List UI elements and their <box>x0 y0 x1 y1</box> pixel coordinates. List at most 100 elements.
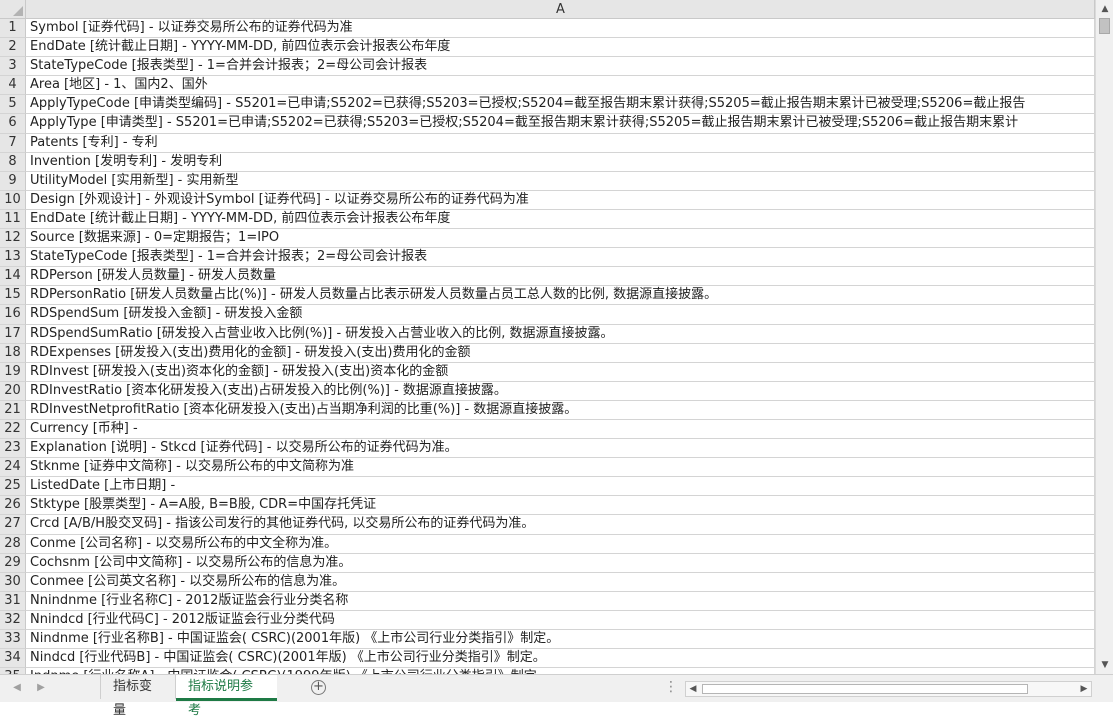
row-header[interactable]: 6 <box>0 114 26 134</box>
sheet-tab-indicator-notes[interactable]: 指标说明参考 <box>176 675 277 718</box>
cell-a[interactable]: RDInvestNetprofitRatio [资本化研发投入(支出)占当期净利… <box>26 400 1095 420</box>
cell-a[interactable]: RDPerson [研发人员数量] - 研发人员数量 <box>26 267 1095 287</box>
table-row: 29 Cochsnm [公司中文简称] - 以交易所公布的信息为准。 <box>0 553 1095 573</box>
table-row: 32 Nnindcd [行业代码C] - 2012版证监会行业分类代码 <box>0 610 1095 630</box>
cell-a[interactable]: Nnindnme [行业名称C] - 2012版证监会行业分类名称 <box>26 591 1095 611</box>
cell-a[interactable]: RDInvestRatio [资本化研发投入(支出)占研发投入的比例(%)] -… <box>26 381 1095 401</box>
horizontal-scroll-thumb[interactable] <box>702 684 1028 694</box>
add-sheet-icon[interactable]: + <box>311 680 326 695</box>
row-header[interactable]: 7 <box>0 133 26 153</box>
row-header[interactable]: 30 <box>0 572 26 592</box>
cell-a[interactable]: RDSpendSumRatio [研发投入占营业收入比例(%)] - 研发投入占… <box>26 324 1095 344</box>
row-header[interactable]: 9 <box>0 171 26 191</box>
cell-a[interactable]: StateTypeCode [报表类型] - 1=合并会计报表；2=母公司会计报… <box>26 248 1095 268</box>
row-header[interactable]: 23 <box>0 439 26 459</box>
row-header[interactable]: 3 <box>0 57 26 77</box>
sheet-tab-indicator-variables[interactable]: 指标变量 <box>100 675 176 718</box>
row-header[interactable]: 1 <box>0 19 26 39</box>
horizontal-scrollbar[interactable]: ◀ ▶ <box>685 681 1092 697</box>
row-header[interactable]: 2 <box>0 38 26 58</box>
vertical-scrollbar[interactable]: ▲ ▼ <box>1095 0 1113 674</box>
cell-a[interactable]: Patents [专利] - 专利 <box>26 133 1095 153</box>
cell-a[interactable]: Nindnme [行业名称B] - 中国证监会( CSRC)(2001年版) 《… <box>26 630 1095 650</box>
table-row: 4 Area [地区] - 1、国内2、国外 <box>0 76 1095 96</box>
row-header[interactable]: 19 <box>0 362 26 382</box>
row-header[interactable]: 26 <box>0 496 26 516</box>
row-header[interactable]: 8 <box>0 152 26 172</box>
row-header[interactable]: 29 <box>0 553 26 573</box>
cell-a[interactable]: Design [外观设计] - 外观设计Symbol [证券代码] - 以证券交… <box>26 190 1095 210</box>
cell-a[interactable]: Nnindcd [行业代码C] - 2012版证监会行业分类代码 <box>26 610 1095 630</box>
select-all-corner[interactable] <box>0 0 26 19</box>
cell-a[interactable]: Symbol [证券代码] - 以证券交易所公布的证券代码为准 <box>26 19 1095 39</box>
cell-a[interactable]: Area [地区] - 1、国内2、国外 <box>26 76 1095 96</box>
row-header[interactable]: 14 <box>0 267 26 287</box>
row-header[interactable]: 13 <box>0 248 26 268</box>
row-header[interactable]: 22 <box>0 419 26 440</box>
table-row: 24 Stknme [证券中文简称] - 以交易所公布的中文简称为准 <box>0 458 1095 478</box>
row-header[interactable]: 4 <box>0 76 26 96</box>
row-header[interactable]: 32 <box>0 610 26 630</box>
vertical-scroll-thumb[interactable] <box>1099 18 1110 34</box>
cell-a[interactable]: RDPersonRatio [研发人员数量占比(%)] - 研发人员数量占比表示… <box>26 286 1095 306</box>
row-header[interactable]: 5 <box>0 95 26 115</box>
row-header[interactable]: 11 <box>0 209 26 230</box>
row-header[interactable]: 10 <box>0 190 26 210</box>
cell-a[interactable]: ListedDate [上市日期] - <box>26 477 1095 497</box>
row-header[interactable]: 31 <box>0 591 26 611</box>
cell-a[interactable]: Invention [发明专利] - 发明专利 <box>26 152 1095 172</box>
cell-a[interactable]: Nindcd [行业代码B] - 中国证监会( CSRC)(2001年版) 《上… <box>26 649 1095 669</box>
scroll-up-icon[interactable]: ▲ <box>1099 2 1111 16</box>
row-header[interactable]: 24 <box>0 458 26 478</box>
row-header[interactable]: 12 <box>0 229 26 249</box>
cell-a[interactable]: Currency [币种] - <box>26 419 1095 440</box>
row-header[interactable]: 17 <box>0 324 26 344</box>
cell-a[interactable]: EndDate [统计截止日期] - YYYY-MM-DD, 前四位表示会计报表… <box>26 38 1095 58</box>
cell-a[interactable]: EndDate [统计截止日期] - YYYY-MM-DD, 前四位表示会计报表… <box>26 209 1095 230</box>
sheet-tab-bar: ◀ ▶ 指标变量 指标说明参考 + ⋮ ◀ ▶ <box>0 674 1113 718</box>
row-header[interactable]: 16 <box>0 305 26 325</box>
cell-a[interactable]: Source [数据来源] - 0=定期报告；1=IPO <box>26 229 1095 249</box>
cell-a[interactable]: StateTypeCode [报表类型] - 1=合并会计报表；2=母公司会计报… <box>26 57 1095 77</box>
row-header[interactable]: 27 <box>0 515 26 535</box>
scroll-left-icon[interactable]: ◀ <box>686 682 700 696</box>
table-row: 18 RDExpenses [研发投入(支出)费用化的金额] - 研发投入(支出)… <box>0 343 1095 363</box>
scroll-down-icon[interactable]: ▼ <box>1099 658 1111 672</box>
cell-a[interactable]: RDSpendSum [研发投入金额] - 研发投入金额 <box>26 305 1095 325</box>
scroll-right-icon[interactable]: ▶ <box>1077 682 1091 696</box>
row-header[interactable]: 18 <box>0 343 26 363</box>
table-row: 26 Stktype [股票类型] - A=A股, B=B股, CDR=中国存托凭… <box>0 496 1095 516</box>
cell-a[interactable]: Conme [公司名称] - 以交易所公布的中文全称为准。 <box>26 534 1095 554</box>
cell-a[interactable]: RDExpenses [研发投入(支出)费用化的金额] - 研发投入(支出)费用… <box>26 343 1095 363</box>
cell-a[interactable]: Cochsnm [公司中文简称] - 以交易所公布的信息为准。 <box>26 553 1095 573</box>
column-header-a[interactable]: A <box>26 0 1095 19</box>
row-header[interactable]: 20 <box>0 381 26 401</box>
tab-scroll-right-icon[interactable]: ▶ <box>34 680 48 696</box>
table-row: 7 Patents [专利] - 专利 <box>0 133 1095 153</box>
table-row: 5 ApplyTypeCode [申请类型编码] - S5201=已申请;S520… <box>0 95 1095 115</box>
cell-a[interactable]: Conmee [公司英文名称] - 以交易所公布的信息为准。 <box>26 572 1095 592</box>
cell-a[interactable]: ApplyType [申请类型] - S5201=已申请;S5202=已获得;S… <box>26 114 1095 134</box>
table-row: 17 RDSpendSumRatio [研发投入占营业收入比例(%)] - 研发投… <box>0 324 1095 344</box>
cell-a[interactable]: ApplyTypeCode [申请类型编码] - S5201=已申请;S5202… <box>26 95 1095 115</box>
table-row: 27 Crcd [A/B/H股交叉码] - 指该公司发行的其他证券代码, 以交易所… <box>0 515 1095 535</box>
row-header[interactable]: 33 <box>0 630 26 650</box>
row-header[interactable]: 21 <box>0 400 26 420</box>
select-all-triangle-icon <box>13 6 23 16</box>
row-header[interactable]: 28 <box>0 534 26 554</box>
table-row: 12 Source [数据来源] - 0=定期报告；1=IPO <box>0 229 1095 249</box>
cell-a[interactable]: Crcd [A/B/H股交叉码] - 指该公司发行的其他证券代码, 以交易所公布… <box>26 515 1095 535</box>
table-row: 10 Design [外观设计] - 外观设计Symbol [证券代码] - 以证… <box>0 190 1095 210</box>
table-row: 9 UtilityModel [实用新型] - 实用新型 <box>0 171 1095 191</box>
cell-a[interactable]: UtilityModel [实用新型] - 实用新型 <box>26 171 1095 191</box>
cell-a[interactable]: Stktype [股票类型] - A=A股, B=B股, CDR=中国存托凭证 <box>26 496 1095 516</box>
more-options-icon[interactable]: ⋮ <box>664 679 678 695</box>
cell-a[interactable]: RDInvest [研发投入(支出)资本化的金额] - 研发投入(支出)资本化的… <box>26 362 1095 382</box>
table-row: 14 RDPerson [研发人员数量] - 研发人员数量 <box>0 267 1095 287</box>
row-header[interactable]: 15 <box>0 286 26 306</box>
tab-scroll-left-icon[interactable]: ◀ <box>10 680 24 696</box>
row-header[interactable]: 25 <box>0 477 26 497</box>
cell-a[interactable]: Stknme [证券中文简称] - 以交易所公布的中文简称为准 <box>26 458 1095 478</box>
cell-a[interactable]: Explanation [说明] - Stkcd [证券代码] - 以交易所公布… <box>26 439 1095 459</box>
row-header[interactable]: 34 <box>0 649 26 669</box>
